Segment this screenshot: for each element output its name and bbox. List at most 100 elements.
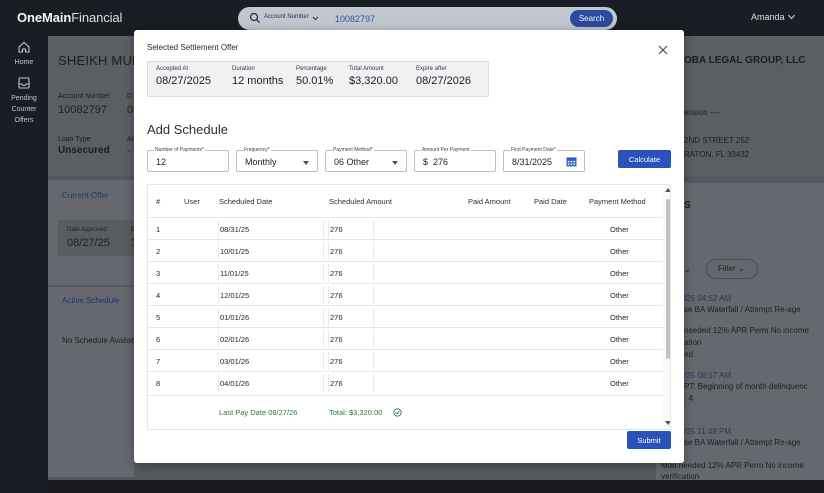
submit-button[interactable]: Submit xyxy=(627,431,671,449)
extension-text: ension ---- xyxy=(684,108,721,117)
chevron-down-icon xyxy=(787,11,795,20)
number-of-payments-field[interactable]: Number of Payments* 12 xyxy=(147,147,229,172)
scheduled-amount-cell[interactable]: 276 xyxy=(328,264,374,282)
scheduled-date-cell[interactable]: 10/01/25 xyxy=(218,242,324,260)
nav-home[interactable]: Home xyxy=(0,40,48,68)
scheduled-date-cell[interactable]: 11/01/25 xyxy=(218,264,324,282)
scrollbar-thumb[interactable] xyxy=(666,199,670,359)
scroll-down-arrow-icon[interactable] xyxy=(665,421,670,425)
column-header-user[interactable]: User xyxy=(184,197,200,206)
scheduled-date-cell[interactable]: 01/01/26 xyxy=(218,308,324,326)
column-header-paid-date[interactable]: Paid Date xyxy=(534,197,567,206)
offer-percentage: Percentage 50.01% xyxy=(296,66,334,87)
inbox-icon xyxy=(18,77,30,89)
activity-line: needed 12% APR Perm No income xyxy=(684,326,809,335)
offer-duration: Duration 12 months xyxy=(232,66,284,87)
activity-line: ed xyxy=(684,350,693,359)
loan-type-label: Loan Type xyxy=(58,136,91,143)
app-logo[interactable]: OneMainFinancial xyxy=(17,10,122,25)
chevron-down-icon[interactable]: ⌄ xyxy=(684,265,691,274)
address-line-2: RATON, FL 33432 xyxy=(684,150,750,159)
legal-firm-name: OBA LEGAL GROUP, LLC xyxy=(684,55,806,66)
payment-method-cell: Other xyxy=(610,225,629,234)
payment-method-cell: Other xyxy=(610,335,629,344)
close-icon[interactable] xyxy=(656,43,670,57)
dropdown-caret-icon xyxy=(392,161,398,165)
first-payment-date-field[interactable]: First Payment Date* 8/31/2025 xyxy=(503,147,585,172)
column-header-number[interactable]: # xyxy=(156,197,160,206)
dropdown-caret-icon xyxy=(303,161,309,165)
scheduled-amount-cell[interactable]: 276 xyxy=(328,220,374,238)
offer-total-amount: Total Amount $3,320.00 xyxy=(349,66,398,87)
date-approved-value: 08/27/25 xyxy=(67,237,110,249)
activity-line: ation xyxy=(684,338,702,347)
column-header-payment-method[interactable]: Payment Method xyxy=(589,197,646,206)
search-icon xyxy=(249,12,260,23)
loan-truncated-label: At xyxy=(127,136,134,143)
payment-method-cell: Other xyxy=(610,357,629,366)
scheduled-amount-cell[interactable]: 276 xyxy=(328,352,374,370)
settlement-offer-modal: Selected Settlement Offer Accepted At 08/… xyxy=(134,30,684,463)
frequency-select[interactable]: Frequency* Monthly xyxy=(236,147,318,172)
active-schedule-tab[interactable]: Active Schedule xyxy=(62,296,119,305)
row-number: 3 xyxy=(156,269,161,278)
date-approved-label: Date Approved xyxy=(67,227,107,233)
schedule-grid: # User Scheduled Date Scheduled Amount P… xyxy=(147,184,671,430)
no-schedule-text: No Schedule Availab xyxy=(62,336,136,345)
calendar-icon[interactable] xyxy=(566,156,577,167)
payment-method-cell: Other xyxy=(610,247,629,256)
payment-method-cell: Other xyxy=(610,379,629,388)
table-row: 3 11/01/25 276 Other xyxy=(148,261,663,283)
last-pay-date: Last Pay Date 08/27/26 xyxy=(219,408,298,417)
payment-method-cell: Other xyxy=(610,269,629,278)
scheduled-amount-cell[interactable]: 276 xyxy=(328,242,374,260)
column-header-paid-amount[interactable]: Paid Amount xyxy=(468,197,511,206)
left-nav: Home Pending Counter Offers xyxy=(0,36,48,493)
modal-title: Selected Settlement Offer xyxy=(147,43,239,52)
user-menu[interactable]: Amanda xyxy=(751,11,795,22)
loan-type-value: Unsecured xyxy=(58,145,110,156)
table-row: 5 01/01/26 276 Other xyxy=(148,305,663,327)
table-row: 4 12/01/25 276 Other xyxy=(148,283,663,305)
scheduled-amount-cell[interactable]: 276 xyxy=(328,286,374,304)
table-row: 2 10/01/25 276 Other xyxy=(148,239,663,261)
activity-date: /25 11:49 PM xyxy=(684,427,731,436)
scheduled-date-cell[interactable]: 08/31/25 xyxy=(218,220,324,238)
activity-line: se BA Waterfall / Attempt Re-age xyxy=(684,305,801,314)
payment-method-cell: Other xyxy=(610,313,629,322)
row-number: 7 xyxy=(156,357,161,366)
scheduled-amount-cell[interactable]: 276 xyxy=(328,330,374,348)
currency-prefix: $ xyxy=(423,157,429,167)
offer-accepted-at: Accepted At 08/27/2025 xyxy=(156,66,212,87)
activity-panel-heading: S xyxy=(684,200,691,211)
chevron-down-icon[interactable] xyxy=(312,15,319,22)
column-header-scheduled-date[interactable]: Scheduled Date xyxy=(219,197,272,206)
calculate-button[interactable]: Calculate xyxy=(618,150,671,168)
scheduled-amount-cell[interactable]: 276 xyxy=(328,308,374,326)
scheduled-date-cell[interactable]: 03/01/26 xyxy=(218,352,324,370)
table-row: 1 08/31/25 276 Other xyxy=(148,217,663,239)
search-input[interactable] xyxy=(335,11,555,26)
check-circle-icon xyxy=(393,408,402,417)
search-type-select[interactable]: Account Number xyxy=(264,14,309,20)
scheduled-date-cell[interactable]: 12/01/25 xyxy=(218,286,324,304)
offer-expire-after: Expire after 08/27/2026 xyxy=(416,66,472,87)
scheduled-date-cell[interactable]: 02/01/26 xyxy=(218,330,324,348)
table-row: 6 02/01/26 276 Other xyxy=(148,327,663,349)
scheduled-date-cell[interactable]: 04/01/26 xyxy=(218,374,324,392)
search-button[interactable]: Search xyxy=(570,10,613,27)
table-row: 7 03/01/26 276 Other xyxy=(148,349,663,371)
current-offer-tab[interactable]: Current Offer xyxy=(62,191,109,200)
grid-scrollbar[interactable] xyxy=(663,185,670,429)
customer-name: SHEIKH MUH xyxy=(58,53,142,68)
nav-pending-counter-offers[interactable]: Pending Counter Offers xyxy=(0,76,48,126)
payment-method-select[interactable]: Payment Method* 06 Other xyxy=(325,147,407,172)
column-header-scheduled-amount[interactable]: Scheduled Amount xyxy=(329,197,392,206)
filter-button[interactable]: Filter ⌄ xyxy=(706,259,758,279)
amount-per-payment-field[interactable]: Amount Per Payment $ 276 xyxy=(414,147,496,172)
column-d-label: D xyxy=(127,93,133,100)
scroll-up-arrow-icon[interactable] xyxy=(665,188,670,192)
activity-line: verification xyxy=(661,472,700,481)
scheduled-amount-cell[interactable]: 276 xyxy=(328,374,374,392)
activity-date: /25 08:17 AM xyxy=(684,371,732,380)
